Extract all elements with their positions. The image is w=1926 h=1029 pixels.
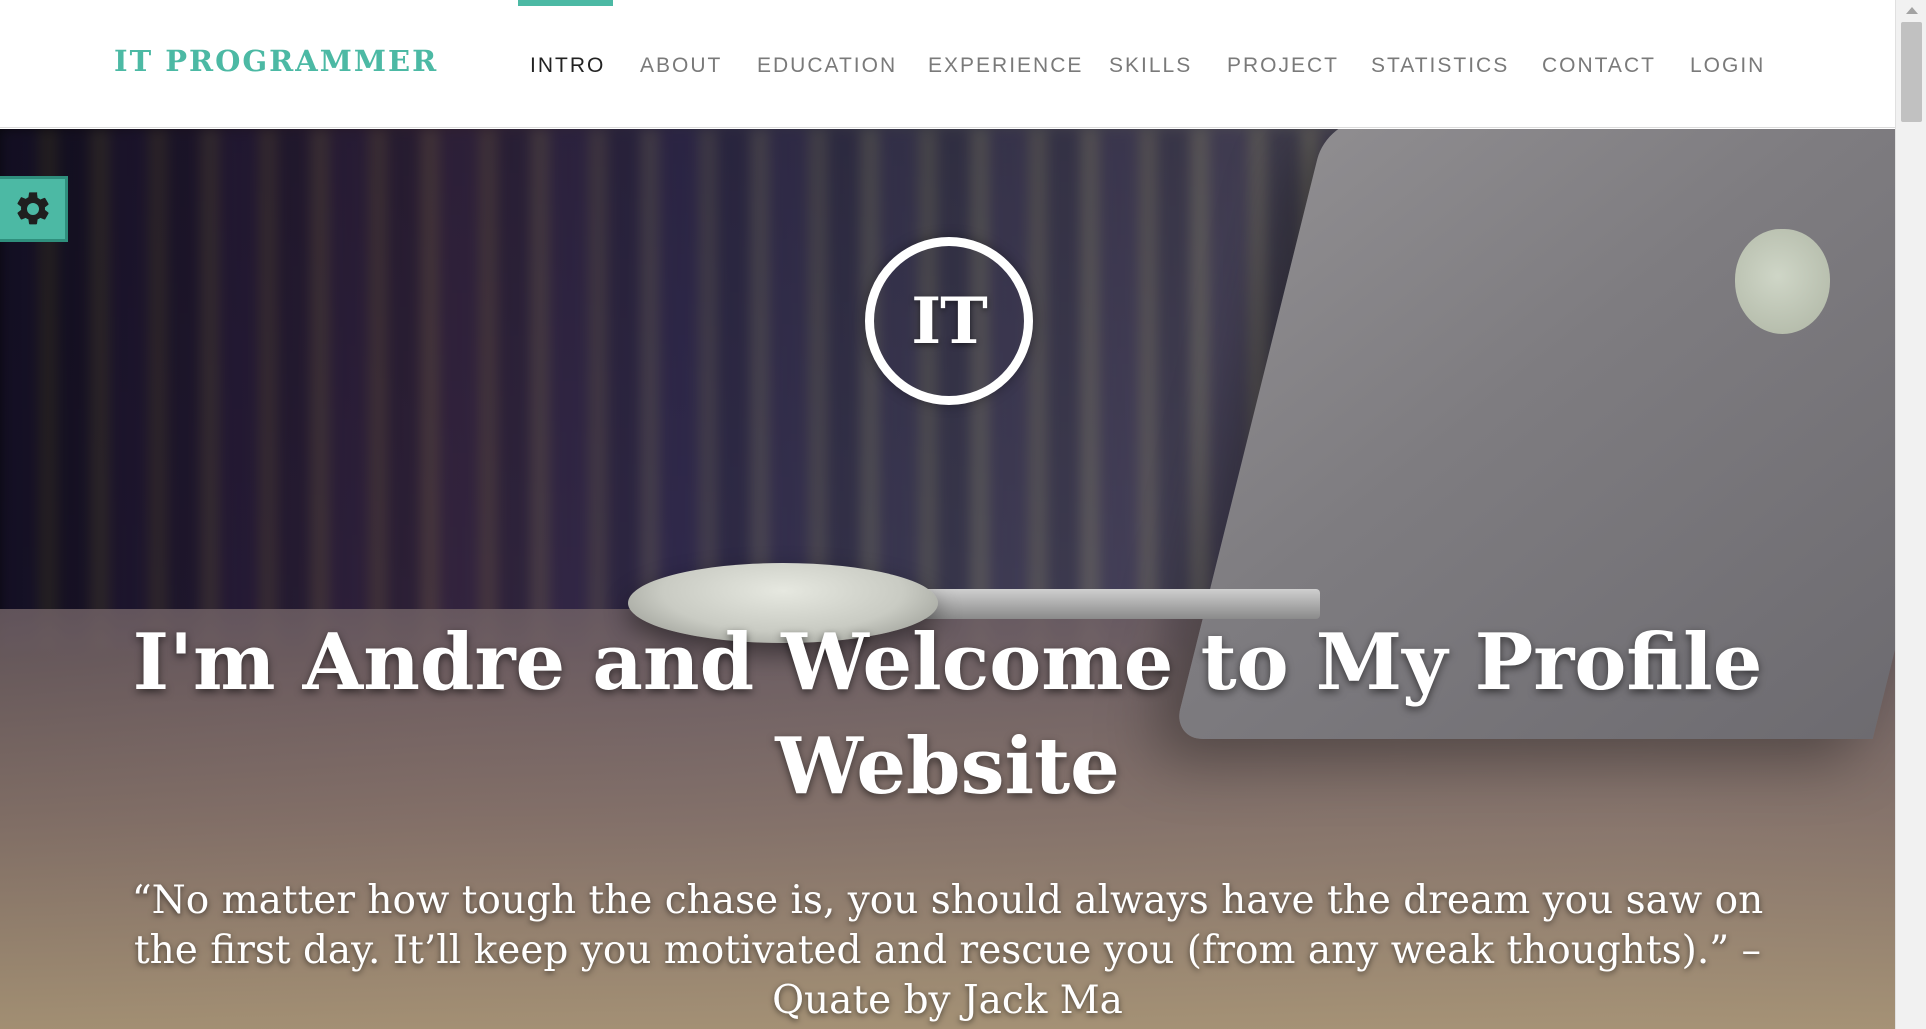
nav-item-education[interactable]: EDUCATION [757,54,897,78]
page-scrollbar[interactable] [1895,0,1926,1029]
hero-section: IT I'm Andre and Welcome to My Profile W… [0,129,1895,1029]
top-navbar: IT PROGRAMMER INTRO ABOUT EDUCATION EXPE… [0,0,1895,128]
site-logo-text: IT [911,283,988,359]
nav-item-intro[interactable]: INTRO [530,54,605,78]
nav-item-experience[interactable]: EXPERIENCE [928,54,1083,78]
scroll-up-arrow-icon[interactable] [1896,0,1926,20]
site-logo-badge: IT [865,237,1033,405]
main-nav: INTRO ABOUT EDUCATION EXPERIENCE SKILLS … [0,0,1895,128]
apple-logo-icon [1735,229,1830,334]
nav-item-project[interactable]: PROJECT [1227,54,1339,78]
nav-item-skills[interactable]: SKILLS [1109,54,1192,78]
hero-headline: I'm Andre and Welcome to My Profile Webs… [132,617,1763,812]
settings-toggle-button[interactable] [0,176,68,242]
scrollbar-thumb[interactable] [1901,22,1922,122]
nav-item-about[interactable]: ABOUT [640,54,722,78]
nav-item-contact[interactable]: CONTACT [1542,54,1656,78]
gear-icon [16,192,49,225]
hero-quote: “No matter how tough the chase is, you s… [131,878,1764,1023]
page: IT PROGRAMMER INTRO ABOUT EDUCATION EXPE… [0,0,1926,1029]
nav-item-statistics[interactable]: STATISTICS [1371,54,1509,78]
nav-item-login[interactable]: LOGIN [1690,54,1765,78]
